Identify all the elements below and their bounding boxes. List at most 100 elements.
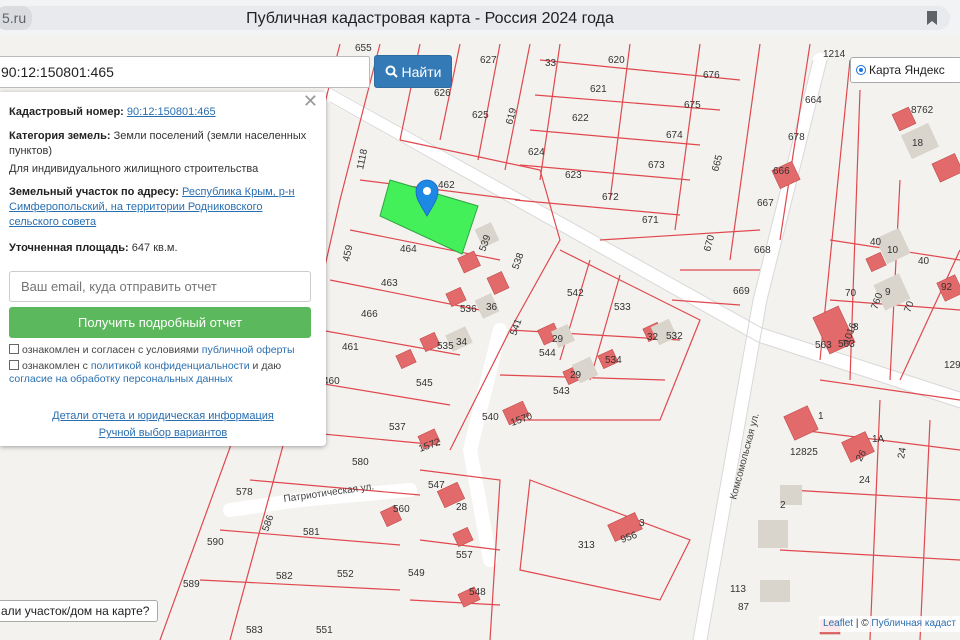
parcel-label: 10 xyxy=(887,245,899,256)
parcel-label: 673 xyxy=(648,160,665,171)
parcel-label: 461 xyxy=(342,342,359,353)
parcel-label: 544 xyxy=(539,348,556,359)
parcel-label: 557 xyxy=(456,550,473,561)
parcel-label: 70 xyxy=(902,299,916,314)
parcel-label: 464 xyxy=(400,244,417,255)
parcel-label: 624 xyxy=(528,147,545,158)
browser-top-bar: 5.ru Публичная кадастровая карта - Росси… xyxy=(0,0,960,36)
page-title: Публичная кадастровая карта - Россия 202… xyxy=(246,10,614,27)
parcel-label: 666 xyxy=(773,166,790,177)
area-value: 647 кв.м. xyxy=(131,242,178,254)
layer-label: Карта Яндекс xyxy=(869,63,945,77)
parcel-label: 536 xyxy=(460,304,477,315)
parcel-label: 581 xyxy=(303,527,320,538)
privacy-consent-mid: и даю xyxy=(252,360,282,372)
privacy-consent-text: ознакомлен с xyxy=(22,360,88,372)
cadastral-number-label: Кадастровый номер: xyxy=(9,106,124,118)
parcel-label: 667 xyxy=(757,198,774,209)
get-report-button[interactable]: Получить подробный отчет xyxy=(9,307,311,338)
base-layer-control[interactable]: Карта Яндекс xyxy=(850,57,960,83)
attribution-source-link[interactable]: Публичная кадаст xyxy=(871,618,956,629)
leaflet-link[interactable]: Leaflet xyxy=(823,618,853,629)
land-category-row: Категория земель: Земли поселений (земли… xyxy=(9,129,309,159)
parcel-label: 580 xyxy=(352,457,369,468)
report-details-link[interactable]: Детали отчета и юридическая информация xyxy=(0,409,326,424)
parcel-label: 129 xyxy=(944,360,960,371)
privacy-policy-link[interactable]: политикой конфиденциальности xyxy=(91,360,250,372)
parcel-label: 547 xyxy=(428,480,445,491)
parcel-label: 313 xyxy=(578,540,595,551)
parcel-label: 34 xyxy=(456,337,468,348)
parcel-label: 655 xyxy=(355,43,372,54)
parcel-label: 669 xyxy=(733,286,750,297)
parcel-label: 29 xyxy=(570,370,582,381)
parcel-label: 563 xyxy=(815,340,832,351)
parcel-label: 678 xyxy=(788,132,805,143)
public-offer-link[interactable]: публичной оферты xyxy=(202,344,295,356)
parcel-label: 8 xyxy=(853,322,859,333)
parcel-label: 535 xyxy=(437,341,454,352)
address-row: Земельный участок по адресу: Республика … xyxy=(9,185,309,230)
parcel-label: 621 xyxy=(590,84,607,95)
offer-consent-text: ознакомлен и согласен с условиями xyxy=(22,344,199,356)
bookmark-icon[interactable] xyxy=(926,10,938,26)
offer-consent: ознакомлен и согласен с условиями публич… xyxy=(9,344,309,357)
parcel-label: 8762 xyxy=(911,105,934,116)
parcel-label: 40 xyxy=(870,237,882,248)
parcel-label: 2 xyxy=(780,500,786,511)
parcel-label: 543 xyxy=(553,386,570,397)
parcel-label: 668 xyxy=(754,245,771,256)
parcel-label: 586 xyxy=(260,513,276,533)
parcel-label: 583 xyxy=(246,625,263,636)
parcel-label: 674 xyxy=(666,130,683,141)
offer-checkbox[interactable] xyxy=(9,344,19,354)
parcel-label: 619 xyxy=(504,106,519,125)
parcel-label: 1118 xyxy=(355,148,370,171)
parcel-label: 3 xyxy=(639,518,645,529)
attribution-separator: | © xyxy=(853,618,872,629)
parcel-label: 532 xyxy=(666,331,683,342)
email-input[interactable] xyxy=(9,271,311,302)
parcel-label: 590 xyxy=(207,537,224,548)
manual-selection-link[interactable]: Ручной выбор вариантов xyxy=(0,426,326,441)
parcel-label: 40 xyxy=(918,256,930,267)
parcel-label: 541 xyxy=(508,317,524,337)
parcel-label: 626 xyxy=(434,88,451,99)
parcel-label: 665 xyxy=(710,153,725,172)
parcel-label: 534 xyxy=(605,355,622,366)
parcel-label: 672 xyxy=(602,192,619,203)
parcel-label: 1A xyxy=(872,434,885,445)
parcel-label: 28 xyxy=(456,502,468,513)
parcel-label: 676 xyxy=(703,70,720,81)
parcel-label: 466 xyxy=(361,309,378,320)
parcel-label: 459 xyxy=(341,244,355,263)
parcel-label: 627 xyxy=(480,55,497,66)
search-button-label: Найти xyxy=(401,63,442,80)
search-icon xyxy=(385,65,398,78)
cadastral-search-input[interactable] xyxy=(0,56,370,88)
find-on-map-button[interactable]: али участок/дом на карте? xyxy=(0,600,159,622)
side-road xyxy=(462,323,507,567)
land-usage: Для индивидуального жилищного строительс… xyxy=(9,163,259,175)
area-row: Уточненная площадь: 647 кв.м. xyxy=(9,241,309,256)
parcel-label: 36 xyxy=(486,302,498,313)
parcel-label: 537 xyxy=(389,422,406,433)
privacy-checkbox[interactable] xyxy=(9,360,19,370)
parcel-label: 533 xyxy=(614,302,631,313)
parcel-label: 622 xyxy=(572,113,589,124)
parcel-label: 92 xyxy=(941,282,953,293)
layer-radio[interactable] xyxy=(856,65,866,75)
parcel-label: 670 xyxy=(702,233,717,252)
parcel-label: 9 xyxy=(885,287,891,298)
map-attribution: Leaflet | © Публичная кадаст xyxy=(819,616,960,632)
parcel-label: 113 xyxy=(730,584,746,595)
personal-data-consent-link[interactable]: согласие на обработку персональных данны… xyxy=(9,373,233,385)
cadastral-number-link[interactable]: 90:12:150801:465 xyxy=(127,106,216,118)
parcel-label: 87 xyxy=(738,602,750,613)
parcel-label: 462 xyxy=(438,180,455,191)
parcel-label: 70 xyxy=(845,288,857,299)
search-button[interactable]: Найти xyxy=(374,55,452,88)
parcel-label: 32 xyxy=(647,332,659,343)
privacy-consent: ознакомлен с политикой конфиденциальност… xyxy=(9,360,309,386)
parcel-label: 1214 xyxy=(823,49,846,60)
